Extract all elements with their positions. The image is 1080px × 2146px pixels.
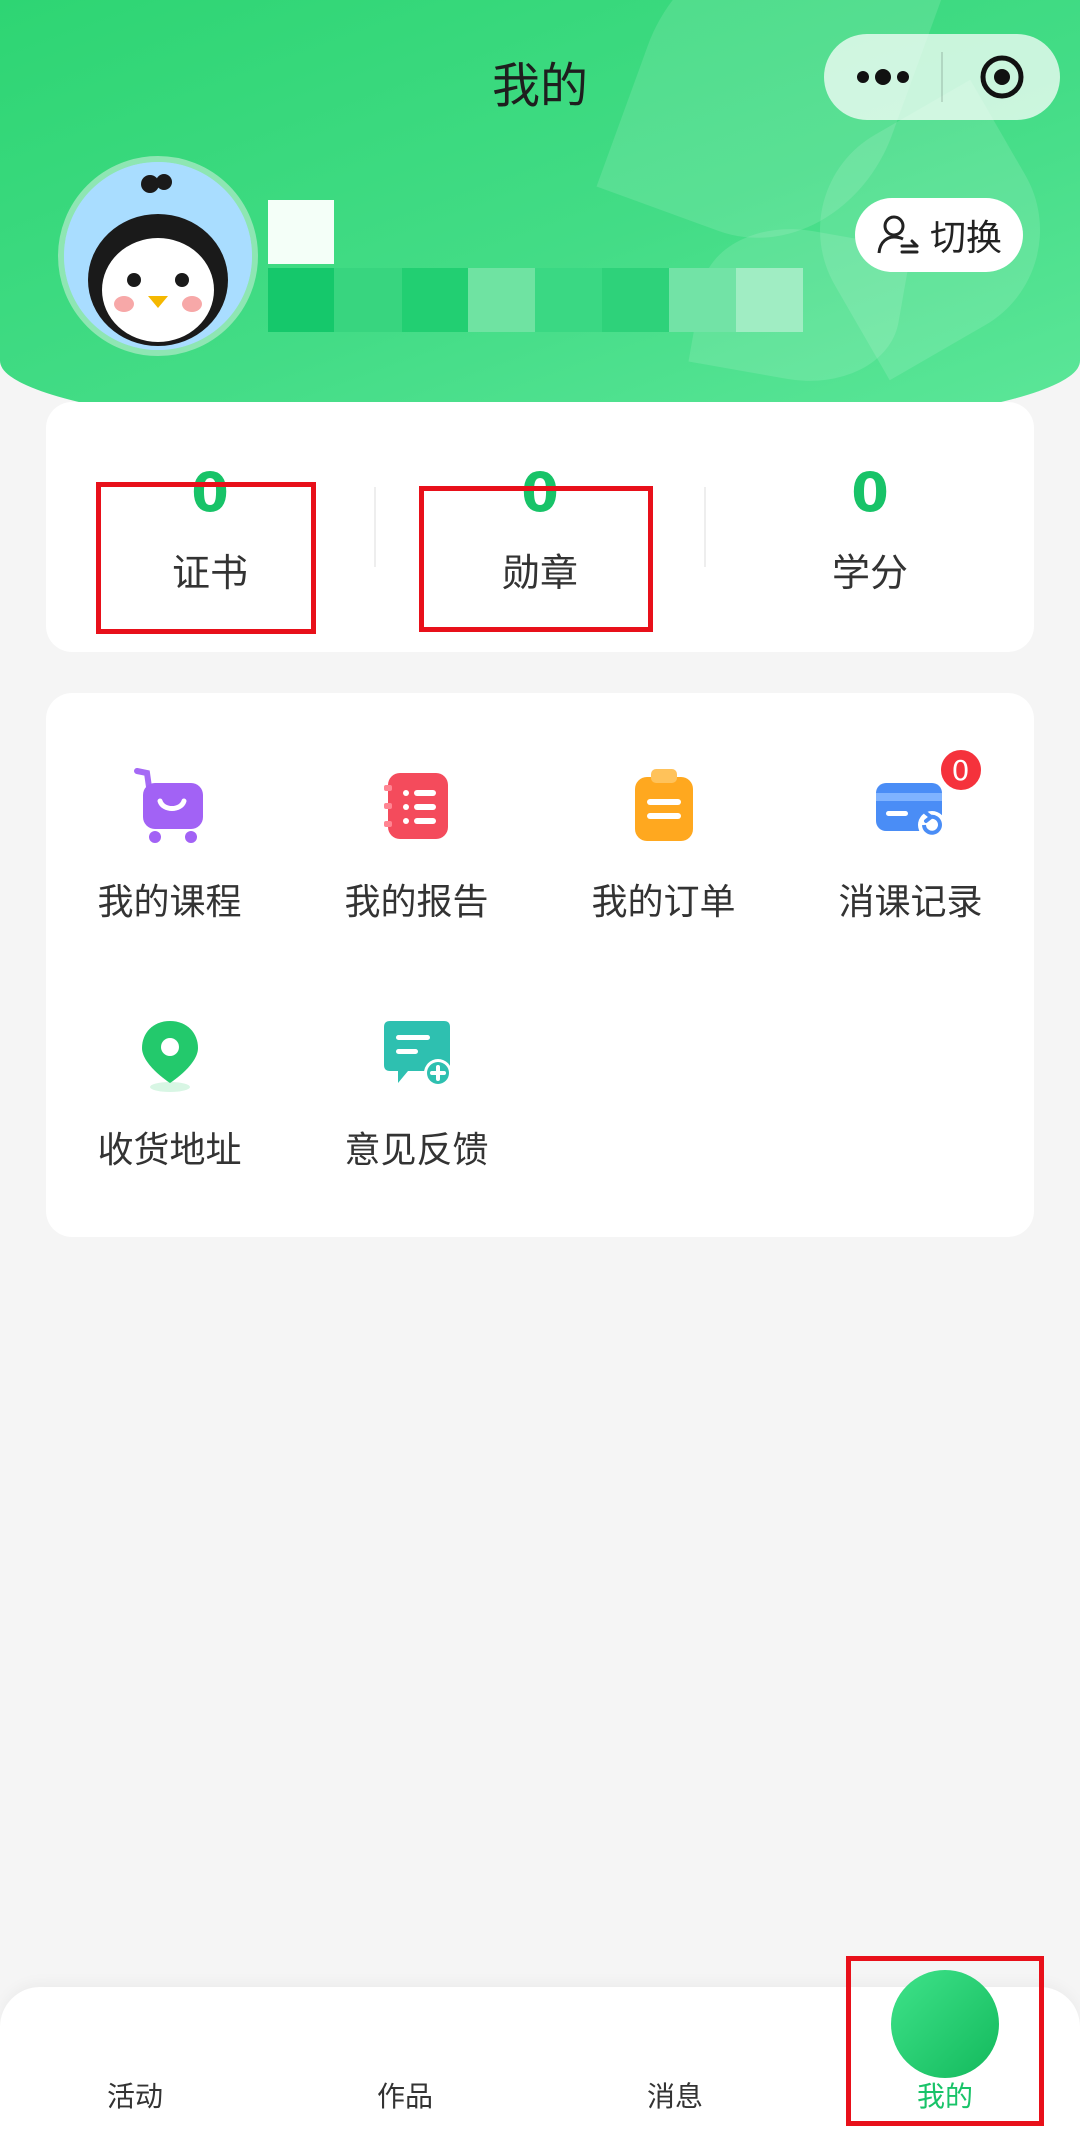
highlight-box-mine-tab [846,1956,1044,2126]
cart-icon [127,763,213,849]
switch-user-icon [877,215,919,254]
menu-item-my-courses[interactable]: 我的课程 [46,693,293,923]
menu-item-my-orders[interactable]: 我的订单 [540,693,787,923]
menu-item-label: 我的报告 [344,882,489,923]
more-dots-icon [856,69,909,85]
menu-item-shipping-address[interactable]: 收货地址 [46,941,293,1171]
tab-works[interactable]: 作品 [270,2075,540,2115]
menu-item-label: 我的订单 [591,882,736,923]
highlight-box-medals [419,486,653,632]
avatar[interactable] [58,156,258,356]
stat-label: 学分 [831,550,908,595]
tab-activities[interactable]: 活动 [0,2075,270,2115]
menu-item-label: 收货地址 [97,1130,242,1171]
more-options-button[interactable] [824,34,941,120]
stat-credits[interactable]: 0 学分 [706,458,1034,597]
menu-card: 我的课程 我的报告 我的订单 0 消课记录 收货地址 意见反馈 [46,693,1034,1237]
tab-messages[interactable]: 消息 [540,2075,810,2115]
menu-item-feedback[interactable]: 意见反馈 [293,941,540,1171]
feedback-icon [374,1011,460,1097]
notification-badge: 0 [937,747,984,793]
penguin-avatar-icon [64,162,252,350]
stat-value: 0 [851,460,889,524]
target-circle-icon [980,55,1023,99]
watermark-logo-icon [9,2120,47,2135]
watermark-text: 六股增镜 [52,2116,148,2144]
card-refresh-icon: 0 [868,747,984,849]
clipboard-icon [621,763,707,849]
menu-item-label: 我的课程 [97,882,242,923]
menu-item-class-records[interactable]: 0 消课记录 [787,693,1034,923]
menu-item-label: 消课记录 [838,882,983,923]
switch-account-button[interactable]: 切换 [855,198,1023,272]
highlight-box-certificates [96,482,316,634]
blurred-username [268,200,808,335]
close-miniprogram-button[interactable] [943,34,1060,120]
miniprogram-capsule [824,34,1060,120]
location-pin-icon [127,1011,213,1097]
menu-item-my-reports[interactable]: 我的报告 [293,693,540,923]
switch-label: 切换 [929,218,1002,259]
report-icon [374,763,460,849]
watermark: 六股增镜 [8,2110,148,2145]
menu-item-label: 意见反馈 [344,1130,489,1171]
